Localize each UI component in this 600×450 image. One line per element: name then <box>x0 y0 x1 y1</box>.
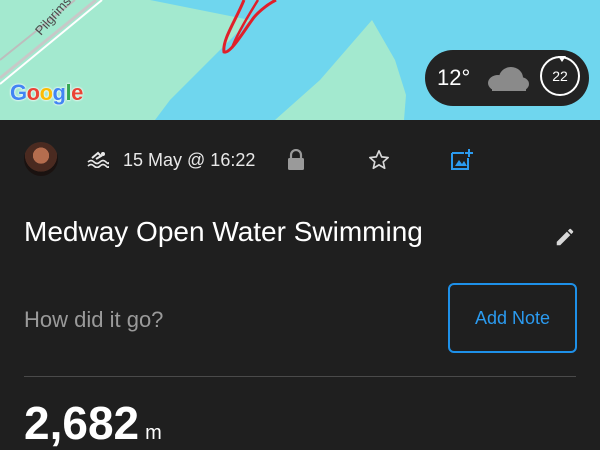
time-badge: 22 <box>540 56 580 96</box>
note-prompt: How did it go? <box>24 307 164 332</box>
google-logo: Google <box>10 80 83 105</box>
distance-unit: m <box>145 422 162 444</box>
add-photo-icon[interactable] <box>450 148 474 172</box>
star-outline-icon[interactable] <box>368 149 390 171</box>
cloud-icon <box>488 67 529 91</box>
divider <box>24 376 576 377</box>
distance-stat: 2,682 m <box>24 396 162 450</box>
add-note-button[interactable]: Add Note <box>448 283 577 353</box>
time-badge-value: 22 <box>552 68 568 84</box>
activity-date: 15 May @ 16:22 <box>123 150 256 170</box>
swim-icon <box>87 151 109 168</box>
lock-icon[interactable] <box>287 149 305 171</box>
avatar[interactable] <box>24 142 58 176</box>
edit-pencil-icon[interactable] <box>554 226 576 248</box>
distance-value: 2,682 <box>24 397 140 449</box>
activity-title: Medway Open Water Swimming <box>24 216 423 247</box>
time-badge-marker <box>558 56 566 62</box>
